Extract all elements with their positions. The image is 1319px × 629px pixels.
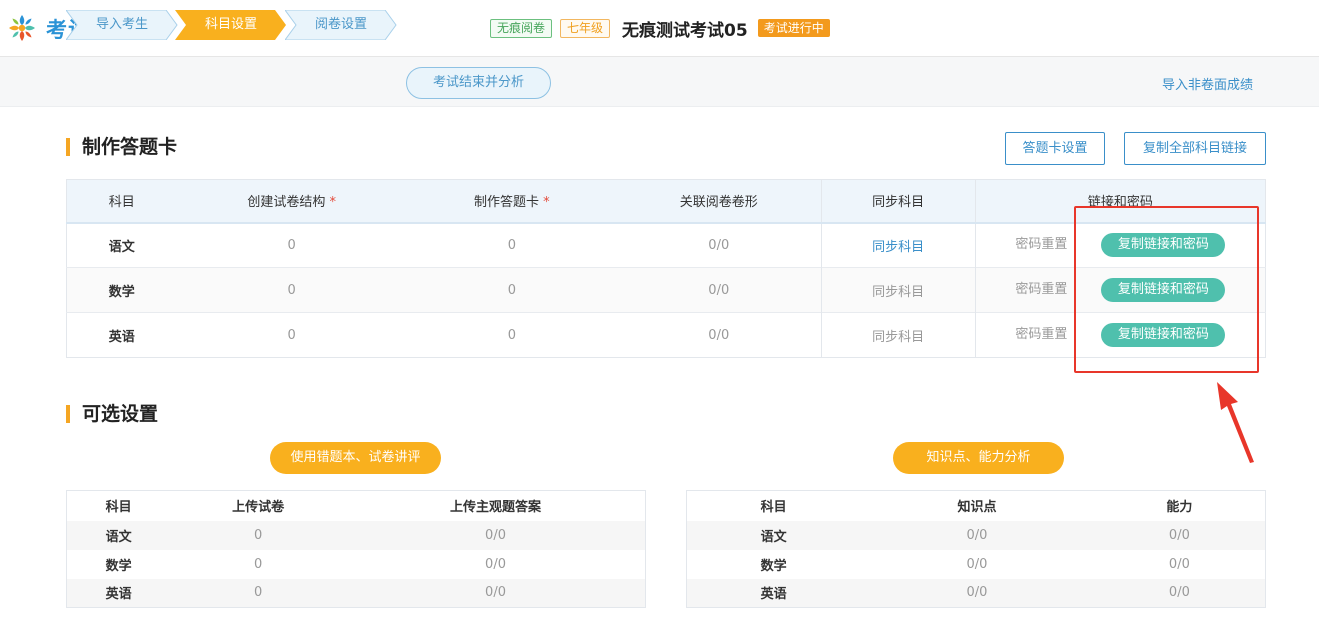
card-cell: 0	[406, 267, 617, 313]
subject-cell: 数学	[105, 558, 132, 574]
link-password-cell: 密码重置 复制链接和密码	[974, 312, 1266, 358]
copy-link-password-button[interactable]: 复制链接和密码	[1101, 233, 1226, 258]
value-cell: 0/0	[485, 556, 506, 572]
required-mark: *	[543, 195, 550, 211]
table-row: 英语 0 0/0	[66, 578, 646, 608]
step-label: 导入考生	[95, 17, 148, 32]
structure-cell: 0	[176, 312, 407, 358]
required-mark: *	[329, 195, 337, 211]
sync-cell: 同步科目	[820, 312, 976, 358]
analysis-table: 科目 知识点 能力 语文 0/0 0/0 数学 0/0 0/0 英语 0/0 0…	[686, 490, 1266, 608]
end-exam-analyze-button[interactable]: 考试结束并分析	[406, 67, 551, 99]
reset-password-link[interactable]: 密码重置	[1015, 282, 1067, 297]
value-cell: 0/0	[860, 578, 1094, 608]
subject-cell: 数学	[760, 558, 787, 574]
card-cell: 0	[406, 312, 617, 358]
answer-card-table: 科目 创建试卷结构 * 制作答题卡 * 关联阅卷卷形 同步科目 链接和密码 语文…	[66, 179, 1266, 358]
annotation-arrow-icon	[1217, 382, 1254, 463]
table-row: 英语 0 0 0/0 同步科目 密码重置 复制链接和密码	[66, 312, 1266, 358]
subject-cell: 英语	[66, 312, 177, 358]
subject-cell: 英语	[686, 578, 861, 608]
link-password-cell: 密码重置 复制链接和密码	[974, 267, 1266, 313]
logo-icon	[9, 15, 35, 41]
col-subject: 科目	[66, 179, 177, 224]
table-header-row: 科目 上传试卷 上传主观题答案	[66, 490, 646, 521]
table-row: 语文 0 0/0	[66, 520, 646, 550]
col-create-structure: 创建试卷结构 *	[176, 179, 407, 224]
mode-tag: 无痕阅卷	[490, 18, 553, 38]
table-row: 语文 0/0 0/0	[686, 520, 1266, 550]
optional-settings-title: 可选设置	[66, 403, 158, 425]
value-cell: 0/0	[860, 520, 1094, 550]
step-subject-settings[interactable]: 科目设置	[175, 10, 287, 40]
col-label: 创建试卷结构	[247, 195, 326, 211]
wrong-book-review-button[interactable]: 使用错题本、试卷讲评	[270, 442, 441, 474]
copy-link-password-button[interactable]: 复制链接和密码	[1101, 278, 1226, 302]
sync-subject-link[interactable]: 同步科目	[872, 330, 924, 345]
value-cell: 0/0	[1168, 556, 1190, 572]
value-cell: 0	[254, 556, 263, 572]
col-link-password: 链接和密码	[974, 179, 1266, 224]
reset-password-link[interactable]: 密码重置	[1015, 237, 1067, 252]
subject-cell: 数学	[66, 267, 177, 313]
col-upload-paper: 上传试卷	[170, 490, 347, 521]
table-row: 英语 0/0 0/0	[686, 578, 1266, 608]
col-knowledge: 知识点	[860, 490, 1094, 521]
value-cell: 0/0	[346, 578, 646, 608]
answer-card-section-title: 制作答题卡	[66, 136, 177, 158]
import-non-paper-scores-link[interactable]: 导入非卷面成绩	[1162, 74, 1253, 93]
step-label: 科目设置	[204, 17, 257, 32]
col-upload-answers: 上传主观题答案	[346, 490, 646, 521]
exam-title: 无痕测试考试05	[622, 20, 748, 41]
table-row: 数学 0/0 0/0	[687, 550, 1266, 579]
col-ability: 能力	[1093, 490, 1266, 521]
structure-cell: 0	[176, 267, 407, 313]
sync-cell: 同步科目	[820, 222, 976, 268]
link-cell: 0/0	[616, 267, 822, 313]
table-row: 语文 0 0 0/0 同步科目 密码重置 复制链接和密码	[66, 222, 1266, 268]
value-cell: 0	[170, 578, 347, 608]
subject-cell: 语文	[686, 520, 861, 550]
card-cell: 0	[406, 222, 617, 268]
step-import-students[interactable]: 导入考生	[66, 10, 178, 40]
subject-cell: 语文	[66, 520, 171, 550]
col-sync: 同步科目	[820, 179, 976, 224]
knowledge-ability-analysis-button[interactable]: 知识点、能力分析	[893, 442, 1064, 474]
subject-cell: 语文	[66, 222, 177, 268]
table-row: 数学 0 0/0	[67, 550, 646, 579]
exam-title-group: 无痕阅卷 七年级 无痕测试考试05 考试进行中	[490, 17, 830, 41]
status-badge: 考试进行中	[757, 19, 830, 37]
value-cell: 0/0	[346, 520, 646, 550]
col-label: 制作答题卡	[474, 195, 540, 211]
value-cell: 0/0	[1093, 578, 1266, 608]
value-cell: 0/0	[966, 556, 988, 572]
subject-cell: 英语	[66, 578, 171, 608]
copy-all-links-button[interactable]: 复制全部科目链接	[1124, 132, 1266, 165]
sync-cell: 同步科目	[820, 267, 976, 313]
reset-password-link[interactable]: 密码重置	[1015, 327, 1067, 342]
table-header-row: 科目 知识点 能力	[686, 490, 1266, 521]
copy-link-password-button[interactable]: 复制链接和密码	[1101, 323, 1226, 347]
col-subject: 科目	[66, 490, 171, 521]
answer-card-settings-button[interactable]: 答题卡设置	[1005, 132, 1105, 165]
link-password-cell: 密码重置 复制链接和密码	[974, 222, 1266, 268]
col-link-paper: 关联阅卷卷形	[616, 179, 822, 224]
table-header-row: 科目 创建试卷结构 * 制作答题卡 * 关联阅卷卷形 同步科目 链接和密码	[66, 179, 1266, 224]
col-subject: 科目	[686, 490, 861, 521]
sync-subject-link[interactable]: 同步科目	[872, 240, 924, 255]
grade-tag: 七年级	[560, 18, 611, 38]
sync-subject-link[interactable]: 同步科目	[872, 285, 924, 300]
link-cell: 0/0	[616, 312, 822, 358]
step-label: 阅卷设置	[314, 17, 367, 32]
structure-cell: 0	[176, 222, 407, 268]
table-row: 数学 0 0 0/0 同步科目 密码重置 复制链接和密码	[66, 267, 1266, 313]
value-cell: 0	[170, 520, 347, 550]
col-make-card: 制作答题卡 *	[406, 179, 617, 224]
step-marking-settings[interactable]: 阅卷设置	[285, 10, 397, 40]
steps-bar	[0, 57, 1319, 107]
upload-table: 科目 上传试卷 上传主观题答案 语文 0 0/0 数学 0 0/0 英语 0 0…	[66, 490, 646, 608]
value-cell: 0/0	[1093, 520, 1266, 550]
link-cell: 0/0	[616, 222, 822, 268]
